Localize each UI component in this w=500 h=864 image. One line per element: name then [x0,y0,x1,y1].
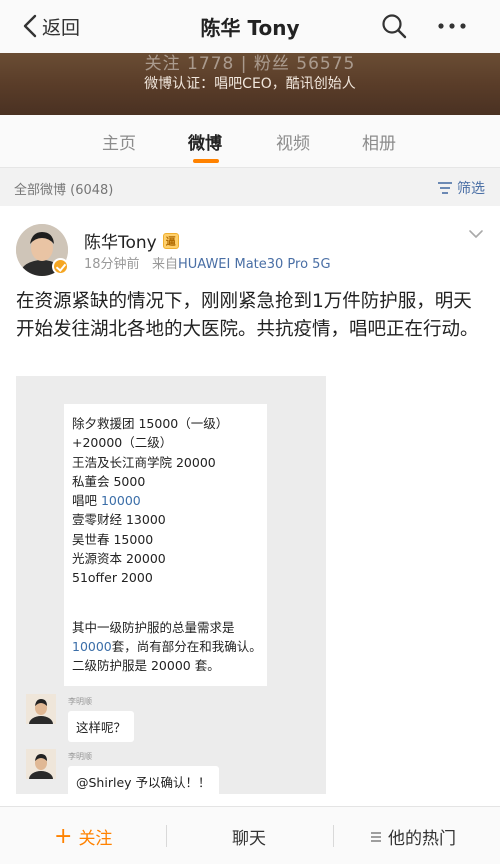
filter-button[interactable]: 筛选 [437,178,485,198]
weibo-count: 全部微博 (6048) [14,183,114,198]
filter-icon [438,182,452,194]
top-nav-bar: 返回 陈华 Tony [0,0,500,53]
chat-line: +20000（二级） [72,435,173,451]
chat-avatar [26,694,56,724]
chat-line: 其中一级防护服的总量需求是 [72,619,235,635]
tab-video[interactable]: 视频 [276,129,310,154]
divider [333,825,334,847]
profile-banner: 关注 1778 | 粉丝 56575 微博认证：唱吧CEO，酷讯创始人 [0,53,500,115]
bottom-toolbar: + 关注 聊天 他的热门 [0,806,500,864]
post-card: 陈华Tony 逼 18分钟前 来自HUAWEI Mate30 Pro 5G 在资… [0,206,500,806]
author-name: 陈华Tony [84,233,157,253]
chat-sender-name: 李明顺 [68,697,92,706]
source-prefix: 来自 [151,257,178,272]
list-icon [371,831,381,842]
post-image[interactable]: 除夕救援团 15000（一级） +20000（二级） 王浩及长江商学院 2000… [16,376,326,794]
tab-home[interactable]: 主页 [102,129,136,154]
post-author[interactable]: 陈华Tony 逼 [84,228,179,253]
chat-bubble: @Shirley 予以确认！！ [68,766,219,794]
chat-button[interactable]: 聊天 [232,824,266,849]
post-time: 18分钟前 [84,257,140,272]
active-tab-indicator [193,159,219,163]
chat-line: 二级防护服是 20000 套。 [72,658,220,674]
tab-weibo[interactable]: 微博 [188,129,222,154]
chat-line: 除夕救援团 15000（一级） [72,416,229,431]
verification-text: 微博认证：唱吧CEO，酷讯创始人 [144,76,356,92]
chat-bubble: 这样呢？ [68,711,135,742]
plus-icon: + [54,824,73,849]
divider [166,825,167,847]
chat-bubble-main: 除夕救援团 15000（一级） +20000（二级） 王浩及长江商学院 2000… [64,404,267,686]
chat-line: 王浩及长江商学院 20000 [72,454,216,470]
chat-avatar [26,749,56,779]
member-badge-icon: 逼 [162,232,179,249]
chat-line: 光源资本 20000 [72,551,166,567]
filter-bar: 全部微博 (6048) 筛选 [0,169,500,206]
chat-sender-name: 李明顺 [68,752,92,761]
verified-icon [52,258,69,275]
highlighted-number: 10000 [100,493,141,509]
chat-line: 私董会 5000 [72,473,146,489]
search-icon[interactable] [380,12,408,40]
chevron-down-icon[interactable] [468,228,484,240]
hot-posts-button[interactable]: 他的热门 [370,824,456,849]
profile-tabs: 主页 微博 视频 相册 [0,115,500,168]
hot-posts-label: 他的热门 [388,829,456,849]
highlighted-number: 10000 [72,638,112,654]
tab-album[interactable]: 相册 [362,129,396,154]
post-meta: 18分钟前 来自HUAWEI Mate30 Pro 5G [84,253,331,272]
follow-label: 关注 [78,829,113,849]
chat-line: 51offer 2000 [72,570,153,586]
chat-line: 吴世春 15000 [72,531,154,547]
post-source[interactable]: HUAWEI Mate30 Pro 5G [178,257,331,272]
more-icon[interactable] [436,12,468,40]
follow-button[interactable]: + 关注 [54,824,113,850]
filter-label: 筛选 [457,181,485,197]
chat-line-changba: 唱吧 10000 [72,493,141,509]
chat-line-summary: 10000套，尚有部分在和我确认。 [72,638,262,654]
post-text: 在资源紧缺的情况下，刚刚紧急抢到1万件防护服，明天开始发往湖北各地的大医院。共抗… [16,291,479,340]
chat-label: 聊天 [232,829,266,849]
chat-line: 壹零财经 13000 [72,512,166,528]
page-title: 陈华 Tony [200,16,300,40]
